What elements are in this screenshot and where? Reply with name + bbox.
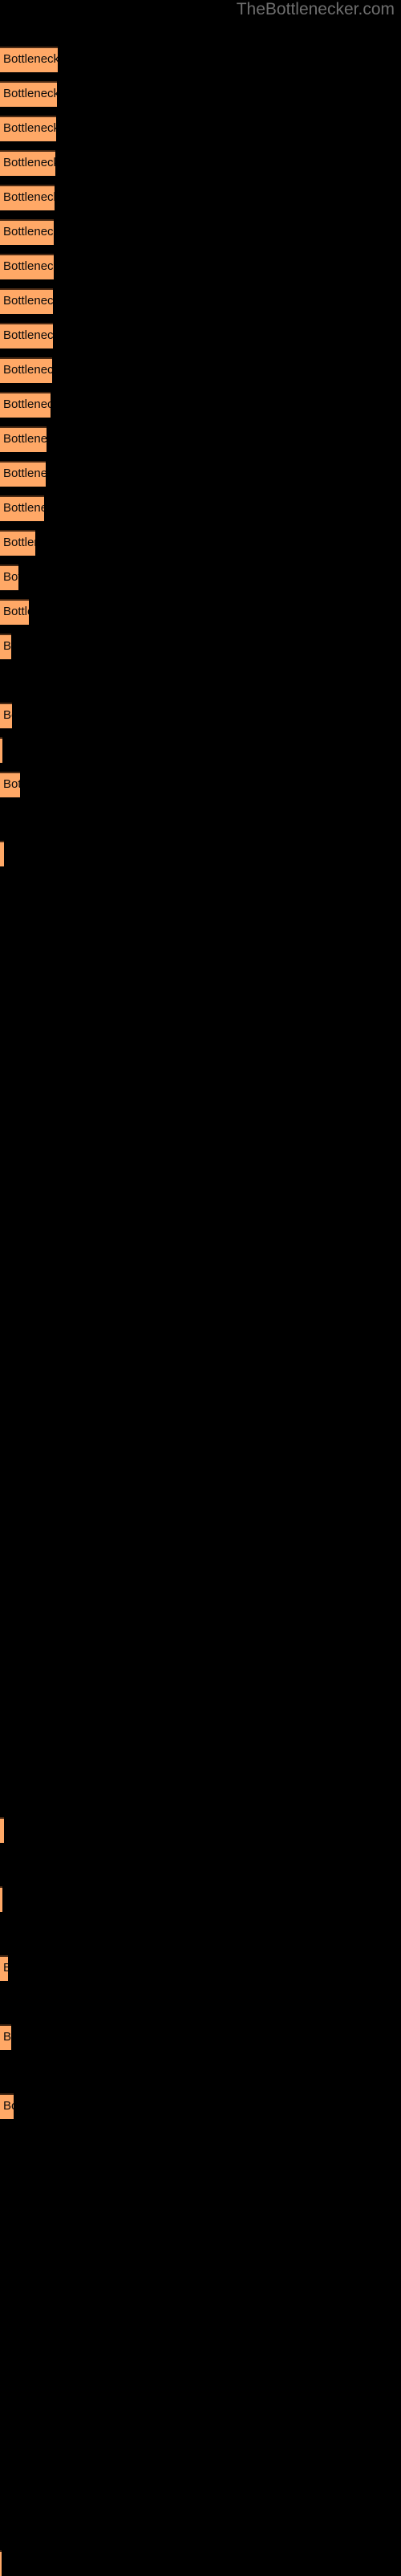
bar-rect (0, 772, 20, 797)
bar-clip: Bottleneck result (0, 323, 53, 348)
bar-rect (0, 841, 4, 866)
plot-area: Bottleneck result Bottleneck result Bottle… (0, 0, 401, 2576)
bar-clip: Bottleneck result (0, 150, 55, 176)
bar-rect (0, 737, 2, 763)
bar-rect (0, 2024, 11, 2050)
bar-rect (0, 116, 56, 141)
bar-rect (0, 288, 53, 314)
bar-clip: Bottleneck result (0, 565, 18, 590)
bar-rect (0, 461, 46, 487)
bar-clip: Bottleneck result (0, 2024, 11, 2050)
bar-clip: Bottleneck result (0, 530, 35, 556)
bar-clip: Bottleneck result (0, 495, 44, 521)
bar-clip: Bottleneck result (0, 47, 58, 72)
bar-rect (0, 357, 52, 383)
bar-rect (0, 150, 55, 176)
bar-clip: Bottleneck result (0, 737, 2, 763)
bar-rect (0, 323, 53, 348)
bar-clip: Bottleneck result (0, 1886, 2, 1912)
bar-rect (0, 254, 54, 279)
bar-clip: Bottleneck result (0, 219, 54, 245)
bar-rect (0, 703, 12, 728)
bar-clip: Bottleneck result (0, 461, 46, 487)
bar-rect (0, 1886, 2, 1912)
bar-clip: Bottleneck result (0, 1817, 4, 1843)
bar-rect (0, 634, 11, 659)
bar-clip: Bottleneck result (0, 2550, 2, 2576)
bar-clip: Bottleneck result (0, 254, 54, 279)
bar-rect (0, 1817, 4, 1843)
bar-clip: Bottleneck result (0, 1955, 8, 1981)
bar-clip: Bottleneck result (0, 116, 56, 141)
bar-rect (0, 426, 47, 452)
chart-canvas: TheBottlenecker.com Bottleneck resultBot… (0, 0, 401, 2576)
bar-clip: Bottleneck result (0, 357, 52, 383)
bar-rect (0, 565, 18, 590)
bar-clip: Bottleneck result (0, 81, 57, 107)
bar-rect (0, 392, 51, 418)
bar-clip: Bottleneck result (0, 288, 53, 314)
bar-clip: Bottleneck result (0, 841, 4, 866)
bar-rect (0, 81, 57, 107)
bar-rect (0, 495, 44, 521)
bar-rect (0, 47, 58, 72)
bar-rect (0, 2550, 2, 2576)
bar-rect (0, 599, 29, 625)
bar-clip: Bottleneck result (0, 426, 47, 452)
bar-clip: Bottleneck result (0, 703, 12, 728)
bar-rect (0, 1955, 8, 1981)
bar-rect (0, 185, 55, 210)
bar-rect (0, 219, 54, 245)
bar-clip: Bottleneck result (0, 634, 11, 659)
bar-clip: Bottleneck result (0, 772, 20, 797)
bar-rect (0, 530, 35, 556)
bar-clip: Bottleneck result (0, 185, 55, 210)
bar-clip: Bottleneck result (0, 599, 29, 625)
bar-clip: Bottleneck result (0, 2093, 14, 2119)
bar-rect (0, 2093, 14, 2119)
bar-clip: Bottleneck result (0, 392, 51, 418)
